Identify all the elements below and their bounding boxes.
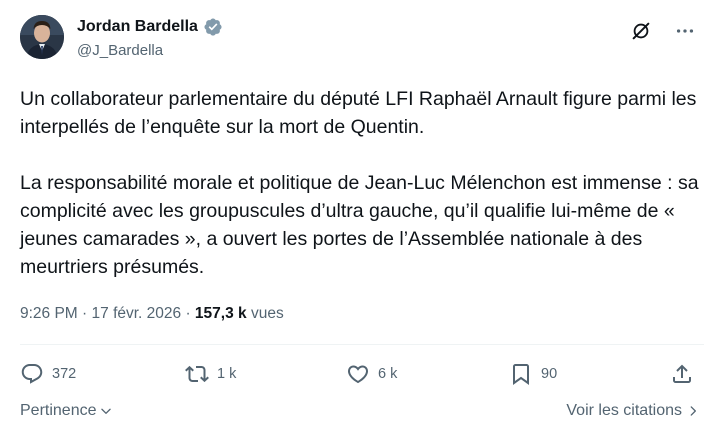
verified-badge-icon — [204, 18, 222, 36]
meta-separator-2: · — [181, 305, 195, 322]
avatar[interactable] — [20, 15, 64, 59]
heart-icon — [347, 365, 369, 384]
meta-separator: · — [77, 305, 92, 322]
divider — [20, 344, 704, 345]
like-button[interactable]: 6 k — [346, 362, 397, 386]
views-label: vues — [246, 305, 284, 322]
bookmark-count: 90 — [541, 366, 558, 382]
top-actions — [630, 20, 696, 42]
chevron-down-icon — [100, 408, 111, 414]
name-row: Jordan Bardella — [77, 17, 223, 37]
reply-count: 372 — [52, 366, 77, 382]
grok-icon — [632, 22, 650, 40]
like-count: 6 k — [378, 366, 398, 382]
display-name[interactable]: Jordan Bardella — [77, 18, 198, 36]
repost-icon — [185, 365, 209, 383]
view-quotes-link[interactable]: Voir les citations — [566, 402, 700, 420]
bookmark-button[interactable]: 90 — [509, 362, 557, 386]
avatar-image — [20, 15, 64, 59]
repost-count: 1 k — [217, 366, 237, 382]
tweet-header: Jordan Bardella @J_Bardella — [20, 10, 708, 64]
replies-footer: Pertinence Voir les citations — [20, 402, 700, 424]
reply-button[interactable]: 372 — [20, 362, 76, 386]
action-bar: 372 1 k 6 k 90 — [20, 362, 694, 392]
reply-icon — [21, 364, 43, 384]
bookmark-icon — [513, 364, 529, 385]
handle[interactable]: @J_Bardella — [77, 42, 163, 59]
more-button[interactable] — [674, 20, 696, 42]
sort-label: Pertinence — [20, 402, 97, 419]
repost-button[interactable]: 1 k — [185, 362, 236, 386]
views-count: 157,3 k — [194, 305, 247, 322]
grok-button[interactable] — [630, 20, 652, 42]
tweet-date[interactable]: 17 févr. 2026 — [92, 305, 182, 323]
more-icon — [676, 29, 694, 33]
chevron-right-icon — [690, 406, 696, 416]
sort-dropdown[interactable]: Pertinence — [20, 402, 113, 420]
share-button[interactable] — [670, 362, 694, 386]
tweet-text: Un collaborateur parlementaire du député… — [20, 88, 699, 278]
share-icon — [673, 364, 691, 383]
tweet-meta: 9:26 PM · 17 févr. 2026 · 157,3 k vues — [20, 305, 284, 323]
quotes-label: Voir les citations — [566, 402, 682, 419]
tweet-time[interactable]: 9:26 PM — [20, 305, 78, 323]
